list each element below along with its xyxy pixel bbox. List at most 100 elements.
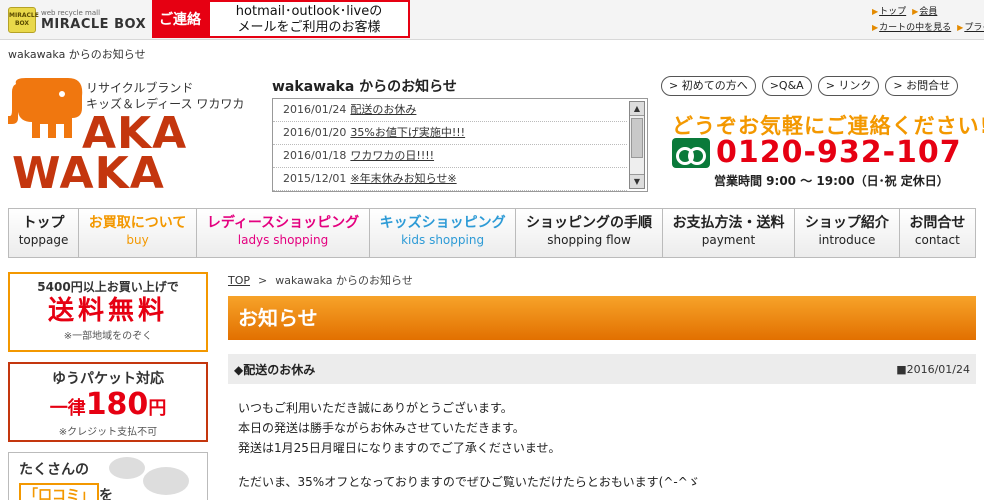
main-nav: トップ toppage お買取について buy レディースショッピング lady… [8,208,976,258]
news-item: 2015/12/01 ※年末休みお知らせ※ [273,168,627,191]
header-breadcrumb: wakawaka からのお知らせ [8,48,146,61]
nav-shopping-flow[interactable]: ショッピングの手順 shopping flow [516,209,663,257]
news-link[interactable]: ※年末休みお知らせ※ [350,172,456,185]
nav-label-en: payment [701,233,756,247]
yupacket-title: ゆうパケット対応 [52,371,164,387]
wakawaka-logo[interactable]: リサイクルブランド キッズ＆レディース ワカワカ AKA WAKA [8,76,258,196]
post-body-line: 本日の発送は勝手ながらお休みさせていただきます。 [238,421,525,435]
nav-label-en: shopping flow [547,233,631,247]
yupacket-price: 一律180円 [10,388,206,427]
nav-contact[interactable]: お問合せ contact [900,209,975,257]
news-item: 2016/01/18 ワカワカの日!!!! [273,145,627,168]
news-link[interactable]: 配送のお休み [350,103,416,116]
reviews-suffix: を [99,488,113,500]
news-date: 2016/01/24 [283,103,347,116]
phone-number[interactable]: 0120-932-107 [716,134,962,172]
news-date: 2016/01/20 [283,126,347,139]
miracle-box-icon: MIRACLE BOX [8,7,39,33]
breadcrumb-top-link[interactable]: TOP [228,274,250,287]
free-shipping-condition: 5400円以上お買い上げで [37,280,179,294]
logo-tagline-1: リサイクルブランド [86,81,194,95]
nav-label-en: kids shopping [401,233,485,247]
arrow-icon: ▶ [957,23,964,32]
nav-label-en: introduce [818,233,876,247]
post-body-line: 発送は1月25日月曜日になりますのでご了承くださいませ。 [238,441,561,455]
contact-notice-line2: メールをご利用のお客様 [237,20,381,35]
news-scrollbar[interactable]: ▲ ▼ [629,101,645,189]
pill-first-time[interactable]: > 初めての方へ [661,76,756,96]
contact-label[interactable]: ご連絡 [152,0,208,38]
news-panel: wakawaka からのお知らせ 2016/01/24 配送のお休み 2016/0… [272,76,650,192]
mall-name: MIRACLE BOX [41,16,147,32]
free-shipping-title: 送料無料 [47,296,168,326]
news-list: 2016/01/24 配送のお休み 2016/01/20 35%お値下げ実施中!!!… [272,98,648,192]
scroll-down-icon[interactable]: ▼ [630,174,644,188]
nav-introduce[interactable]: ショップ紹介 introduce [795,209,900,257]
arrow-icon: ▶ [872,23,879,32]
pill-links[interactable]: > リンク [817,76,880,96]
yupacket-prefix: 一律 [49,398,86,419]
pill-contact[interactable]: > お問合せ [885,76,959,96]
reviews-kuchi: 「口コミ」 [19,483,99,500]
nav-payment[interactable]: お支払方法・送料 payment [663,209,796,257]
nav-label-jp: お買取について [88,215,187,231]
arrow-icon: ▶ [872,7,879,16]
pill-qa[interactable]: >Q&A [761,76,812,96]
nav-label-jp: ショッピングの手順 [526,215,653,231]
nav-label-jp: お問合せ [909,215,966,231]
logo-word-waka: WAKA [12,148,165,199]
post-header: ◆配送のお休み ■2016/01/24 [228,354,976,384]
miracle-box-logo[interactable]: MIRACLE BOX web recycle mall MIRACLE BOX [8,6,148,34]
nav-buy[interactable]: お買取について buy [79,209,198,257]
post-body-line: ただいま、35%オフとなっておりますのでぜひご覧いただけたらとおもいます(^-^… [238,475,700,489]
news-title: wakawaka からのお知らせ [272,79,457,95]
reviews-line2: 「口コミ」を [19,483,113,500]
yupacket-banner[interactable]: ゆうパケット対応 一律180円 ※クレジット支払不可 [8,362,208,442]
scroll-thumb[interactable] [631,118,643,158]
nav-label-jp: レディースショッピング [206,215,360,231]
top-link-top[interactable]: トップ [879,7,906,17]
nav-label-en: ladys shopping [237,233,329,247]
nav-label-jp: ショップ紹介 [804,215,889,231]
post-date: ■2016/01/24 [896,362,970,376]
news-item: 2016/01/24 配送のお休み [273,99,627,122]
nav-label-jp: トップ [22,215,65,231]
reviews-line1: たくさんの [19,462,89,478]
breadcrumb-current: wakawaka からのお知らせ [275,274,413,287]
nav-label-jp: お支払方法・送料 [672,215,785,231]
freedial-icon [672,138,710,168]
nav-toppage[interactable]: トップ toppage [9,209,80,257]
contact-notice-banner[interactable]: hotmail･outlook･liveの メールをご利用のお客様 [208,0,410,38]
nav-ladys-shopping[interactable]: レディースショッピング ladys shopping [197,209,370,257]
post-title: ◆配送のお休み [234,362,316,377]
news-item: 2016/01/20 35%お値下げ実施中!!! [273,122,627,145]
reviews-banner[interactable]: たくさんの 「口コミ」を [8,452,208,500]
scroll-up-icon[interactable]: ▲ [630,102,644,116]
yupacket-note: ※クレジット支払不可 [58,427,158,438]
nav-label-en: contact [914,233,960,247]
yupacket-unit: 円 [148,398,167,419]
nav-label-en: buy [126,233,149,247]
post-body-line: いつもご利用いただき誠にありがとうございます。 [238,401,513,415]
top-bar: MIRACLE BOX web recycle mall MIRACLE BOX… [0,0,984,40]
yupacket-amount: 180 [85,387,149,422]
top-link-privacy[interactable]: プライ [964,23,984,33]
contact-notice-line1: hotmail･outlook･liveの [235,4,383,19]
top-link-member[interactable]: 会員 [919,7,937,17]
business-hours: 営業時間 9:00 〜 19:00（日･祝 定休日） [714,174,949,188]
news-link[interactable]: ワカワカの日!!!! [350,149,434,162]
breadcrumb-separator: > [258,274,268,287]
elephant-icon [8,78,83,138]
top-links: ▶トップ ▶会員 ▶カートの中を見る ▶プライ [872,4,984,36]
nav-label-en: toppage [18,233,69,247]
content-breadcrumb: TOP > wakawaka からのお知らせ [228,272,413,288]
arrow-icon: ▶ [912,7,919,16]
news-link[interactable]: 35%お値下げ実施中!!! [350,126,465,139]
free-shipping-note: ※一部地域をのぞく [63,331,153,342]
free-shipping-banner[interactable]: 5400円以上お買い上げで 送料無料 ※一部地域をのぞく [8,272,208,352]
news-date: 2016/01/18 [283,149,347,162]
top-link-cart[interactable]: カートの中を見る [879,23,951,33]
nav-kids-shopping[interactable]: キッズショッピング kids shopping [370,209,517,257]
page-title: お知らせ [228,296,976,340]
quick-links: > 初めての方へ >Q&A > リンク > お問合せ [661,76,959,96]
